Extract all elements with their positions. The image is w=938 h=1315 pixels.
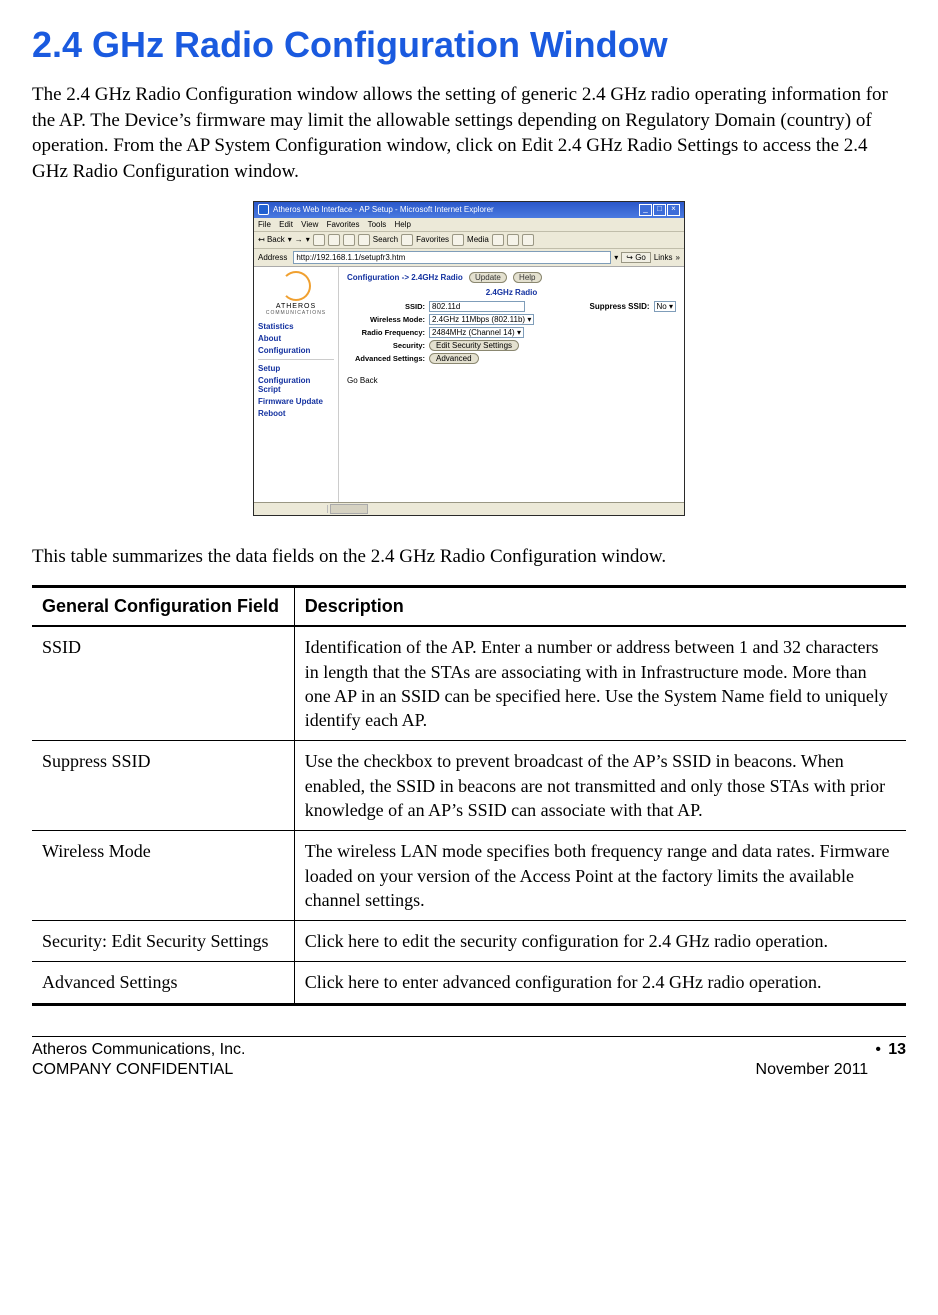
table-row: Suppress SSID Use the checkbox to preven…: [32, 741, 906, 831]
screenshot-figure: Atheros Web Interface - AP Setup - Micro…: [32, 201, 906, 516]
print-icon[interactable]: [522, 234, 534, 246]
main-panel: Configuration -> 2.4GHz Radio Update Hel…: [339, 267, 684, 502]
cell-desc: The wireless LAN mode specifies both fre…: [294, 831, 906, 921]
col-header-desc: Description: [294, 587, 906, 627]
mail-icon[interactable]: [507, 234, 519, 246]
menu-favorites[interactable]: Favorites: [327, 220, 360, 229]
wireless-mode-select[interactable]: 2.4GHz 11Mbps (802.11b) ▾: [429, 314, 534, 325]
menu-edit[interactable]: Edit: [279, 220, 293, 229]
table-row: Wireless Mode The wireless LAN mode spec…: [32, 831, 906, 921]
ie-logo-icon: [258, 204, 269, 215]
edit-security-button[interactable]: Edit Security Settings: [429, 340, 519, 351]
ie-menubar[interactable]: File Edit View Favorites Tools Help: [254, 218, 684, 232]
ssid-label: SSID:: [347, 302, 425, 311]
window-controls[interactable]: _□×: [638, 204, 680, 216]
ie-address-bar[interactable]: Address ▾ ↪ Go Links »: [254, 249, 684, 267]
search-icon[interactable]: [358, 234, 370, 246]
scrollbar-horizontal[interactable]: [330, 504, 368, 514]
go-back-button[interactable]: Go Back: [347, 376, 378, 385]
cell-field: Advanced Settings: [32, 962, 294, 1004]
breadcrumb: Configuration -> 2.4GHz Radio: [347, 273, 463, 282]
sidebar-item-setup[interactable]: Setup: [258, 364, 334, 373]
address-label: Address: [258, 253, 287, 262]
menu-file[interactable]: File: [258, 220, 271, 229]
cell-desc: Click here to enter advanced configurati…: [294, 962, 906, 1004]
help-button[interactable]: Help: [513, 272, 541, 283]
sidebar: ATHEROS COMMUNICATIONS Statistics About …: [254, 267, 339, 502]
footer-page-number: 13: [888, 1041, 906, 1059]
footer-confidential: COMPANY CONFIDENTIAL: [32, 1061, 756, 1079]
radio-frequency-select[interactable]: 2484MHz (Channel 14) ▾: [429, 327, 524, 338]
media-icon[interactable]: [452, 234, 464, 246]
radio-frequency-label: Radio Frequency:: [347, 328, 425, 337]
maximize-icon[interactable]: □: [653, 204, 666, 216]
advanced-settings-label: Advanced Settings:: [347, 354, 425, 363]
cell-desc: Click here to edit the security configur…: [294, 921, 906, 962]
home-icon[interactable]: [343, 234, 355, 246]
page-footer: Atheros Communications, Inc. • 13 COMPAN…: [32, 1036, 906, 1079]
go-button[interactable]: ↪ Go: [621, 252, 651, 263]
swirl-icon: [281, 271, 311, 301]
intro-paragraph: The 2.4 GHz Radio Configuration window a…: [32, 82, 906, 185]
security-label: Security:: [347, 341, 425, 350]
brand-name: ATHEROS: [258, 303, 334, 310]
window-title: Atheros Web Interface - AP Setup - Micro…: [273, 205, 494, 214]
brand-sub: COMMUNICATIONS: [258, 310, 334, 316]
cell-field: Security: Edit Security Settings: [32, 921, 294, 962]
cell-field: Wireless Mode: [32, 831, 294, 921]
cell-field: Suppress SSID: [32, 741, 294, 831]
close-icon[interactable]: ×: [667, 204, 680, 216]
footer-bullet: •: [868, 1041, 888, 1059]
sidebar-item-configuration[interactable]: Configuration: [258, 346, 334, 355]
table-row: Security: Edit Security Settings Click h…: [32, 921, 906, 962]
fields-table: General Configuration Field Description …: [32, 585, 906, 1006]
cell-field: SSID: [32, 626, 294, 741]
sidebar-item-firmware[interactable]: Firmware Update: [258, 397, 334, 406]
atheros-logo: ATHEROS COMMUNICATIONS: [258, 271, 334, 316]
menu-view[interactable]: View: [301, 220, 318, 229]
sidebar-item-config-script[interactable]: Configuration Script: [258, 376, 334, 394]
section-heading: 2.4 GHz Radio Configuration Window: [32, 24, 906, 66]
address-input[interactable]: [293, 251, 611, 264]
menu-tools[interactable]: Tools: [368, 220, 387, 229]
ie-status-bar: [254, 502, 684, 515]
media-label[interactable]: Media: [467, 235, 489, 244]
footer-company: Atheros Communications, Inc.: [32, 1041, 756, 1059]
advanced-button[interactable]: Advanced: [429, 353, 479, 364]
table-row: Advanced Settings Click here to enter ad…: [32, 962, 906, 1004]
back-button[interactable]: ↤ Back: [258, 235, 285, 244]
footer-date: November 2011: [756, 1061, 869, 1079]
suppress-ssid-label: Suppress SSID:: [590, 302, 650, 311]
links-label[interactable]: Links: [654, 253, 673, 262]
sidebar-item-statistics[interactable]: Statistics: [258, 322, 334, 331]
ie-titlebar: Atheros Web Interface - AP Setup - Micro…: [254, 202, 684, 218]
suppress-ssid-select[interactable]: No ▾: [654, 301, 676, 312]
ie-toolbar[interactable]: ↤ Back ▾→▾ Search Favorites Media: [254, 232, 684, 249]
wireless-mode-label: Wireless Mode:: [347, 315, 425, 324]
cell-desc: Identification of the AP. Enter a number…: [294, 626, 906, 741]
favorites-icon[interactable]: [401, 234, 413, 246]
ssid-input[interactable]: 802.11d: [429, 301, 525, 312]
update-button[interactable]: Update: [469, 272, 507, 283]
menu-help[interactable]: Help: [395, 220, 411, 229]
table-intro: This table summarizes the data fields on…: [32, 544, 906, 570]
sidebar-item-about[interactable]: About: [258, 334, 334, 343]
search-label[interactable]: Search: [373, 235, 398, 244]
sidebar-item-reboot[interactable]: Reboot: [258, 409, 334, 418]
cell-desc: Use the checkbox to prevent broadcast of…: [294, 741, 906, 831]
ie-window: Atheros Web Interface - AP Setup - Micro…: [253, 201, 685, 516]
table-row: SSID Identification of the AP. Enter a n…: [32, 626, 906, 741]
stop-icon[interactable]: [313, 234, 325, 246]
minimize-icon[interactable]: _: [639, 204, 652, 216]
panel-title: 2.4GHz Radio: [347, 288, 676, 297]
favorites-label[interactable]: Favorites: [416, 235, 449, 244]
refresh-icon[interactable]: [328, 234, 340, 246]
history-icon[interactable]: [492, 234, 504, 246]
col-header-field: General Configuration Field: [32, 587, 294, 627]
